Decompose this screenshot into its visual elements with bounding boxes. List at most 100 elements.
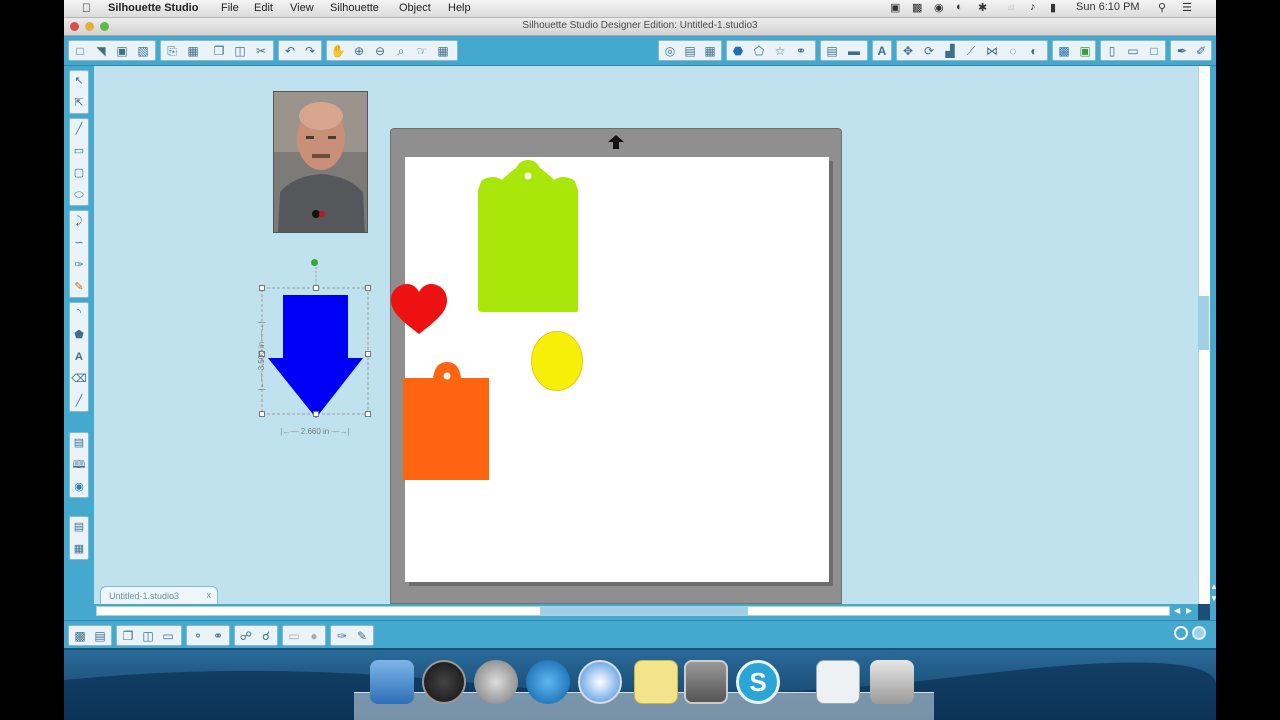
paste-icon[interactable]: ◫ — [232, 43, 248, 59]
zoom-slider-icon[interactable] — [1174, 626, 1188, 640]
finder-icon[interactable] — [370, 660, 414, 704]
rectangle-icon[interactable]: ▭ — [71, 143, 87, 159]
move-icon[interactable]: ⋈ — [984, 43, 1000, 59]
duplicate-icon[interactable]: ❐ — [120, 628, 136, 644]
zoom-out-icon[interactable]: ⊖ — [372, 43, 388, 59]
documents-stack-icon[interactable] — [816, 660, 860, 704]
page-setup-icon[interactable]: ▤ — [824, 43, 840, 59]
knife-icon[interactable]: ╱ — [71, 393, 87, 409]
line-color-icon[interactable]: ▤ — [682, 43, 698, 59]
menu-file[interactable]: File — [221, 2, 239, 14]
curve-icon[interactable]: ∽ — [71, 235, 87, 251]
fill-panel-icon[interactable]: ⬣ — [730, 43, 746, 59]
resize-handle-top-left[interactable] — [259, 285, 265, 291]
cut-icon[interactable]: ✂ — [253, 43, 269, 59]
group-icon[interactable]: ⚬ — [190, 628, 206, 644]
scroll-left-icon[interactable]: ◀ — [1174, 606, 1180, 615]
document-tab-close-icon[interactable]: x — [207, 590, 212, 600]
select-all-icon[interactable]: ▩ — [72, 628, 88, 644]
rounded-rect-icon[interactable]: ▢ — [71, 165, 87, 181]
horizontal-scrollbar[interactable] — [96, 606, 1170, 616]
trace-icon[interactable]: ▣ — [1077, 43, 1093, 59]
cut-settings-icon[interactable]: ▯ — [1104, 43, 1120, 59]
resize-handle-top-right[interactable] — [365, 285, 371, 291]
polygon-icon[interactable]: ⤸ — [71, 213, 87, 229]
dashboard-icon[interactable] — [422, 660, 466, 704]
system-preferences-icon[interactable] — [684, 660, 728, 704]
apple-icon[interactable]:  — [82, 1, 91, 15]
shear-icon[interactable]: ⟋ — [963, 43, 979, 59]
ungroup-icon[interactable]: ⚭ — [210, 628, 226, 644]
line-icon[interactable]: ╱ — [71, 121, 87, 137]
settings-dial-icon[interactable] — [1192, 626, 1206, 640]
scroll-up-icon[interactable]: ▲ — [1210, 582, 1216, 591]
yellow-oval-shape[interactable] — [530, 330, 584, 392]
menu-object[interactable]: Object — [399, 2, 431, 14]
launchpad-icon[interactable] — [474, 660, 518, 704]
menu-view[interactable]: View — [290, 2, 314, 14]
deselect-icon[interactable]: ▤ — [92, 628, 108, 644]
pen-edit-icon[interactable]: ✑ — [334, 628, 350, 644]
resize-handle-bottom-left[interactable] — [259, 411, 265, 417]
redo-icon[interactable]: ↷ — [302, 43, 318, 59]
notifications-icon[interactable]: ☰ — [1182, 1, 1192, 14]
scroll-down-icon[interactable]: ▼ — [1210, 594, 1216, 603]
store-panel-icon[interactable]: □ — [1146, 43, 1162, 59]
volume-icon[interactable]: ♪ — [1030, 1, 1036, 13]
zoom-select-icon[interactable]: ⌕ — [393, 43, 409, 59]
point-edit-icon[interactable]: ⇱ — [71, 95, 87, 111]
spotlight-icon[interactable]: ⚲ — [1158, 1, 1166, 14]
registration-icon[interactable]: ▬ — [846, 43, 862, 59]
text-icon[interactable]: A — [71, 349, 87, 365]
resize-handle-bottom[interactable] — [313, 411, 319, 417]
pentagon-icon[interactable]: ⬟ — [71, 327, 87, 343]
select-icon[interactable]: ↖ — [71, 73, 87, 89]
menu-edit[interactable]: Edit — [254, 2, 273, 14]
rotate-handle[interactable] — [311, 259, 318, 266]
menu-silhouette[interactable]: Silhouette — [330, 2, 379, 14]
offset-icon[interactable]: ▩ — [1056, 43, 1072, 59]
battery-icon[interactable]: ▮ — [1050, 1, 1056, 14]
print-cut-icon[interactable]: ▦ — [185, 43, 201, 59]
weld-icon[interactable]: ▭ — [286, 628, 302, 644]
release-compound-icon[interactable]: ☌ — [258, 628, 274, 644]
rotate-icon[interactable]: ⟳ — [921, 43, 937, 59]
record-status-icon[interactable]: ◉ — [934, 1, 944, 14]
copy-icon[interactable]: ❐ — [211, 43, 227, 59]
safari-icon[interactable] — [578, 660, 622, 704]
replicate-icon[interactable]: ◌ — [1005, 43, 1021, 59]
freehand-icon[interactable]: ✑ — [71, 257, 87, 273]
line-style-icon[interactable]: ▦ — [702, 43, 718, 59]
delete-icon[interactable]: ▭ — [160, 628, 176, 644]
menu-app-name[interactable]: Silhouette Studio — [108, 2, 198, 14]
gradient-icon[interactable]: ⬠ — [751, 43, 767, 59]
scroll-right-icon[interactable]: ▶ — [1186, 606, 1192, 615]
eyedropper-icon[interactable]: ✎ — [354, 628, 370, 644]
fit-page-icon[interactable]: ▦ — [435, 43, 451, 59]
align-icon[interactable]: ✥ — [900, 43, 916, 59]
red-heart-shape[interactable] — [389, 284, 449, 336]
camera-status-icon[interactable]: ▣ — [890, 1, 900, 14]
fill-color-icon[interactable]: ◎ — [662, 43, 678, 59]
time-machine-icon[interactable]: ◐ — [956, 1, 963, 13]
send-to-cutter-icon[interactable]: ✐ — [1193, 43, 1209, 59]
arc-icon[interactable]: ◝ — [71, 305, 87, 321]
text-style-icon[interactable]: A — [874, 43, 890, 59]
horizontal-scroll-thumb[interactable] — [540, 607, 748, 615]
trash-icon[interactable] — [870, 660, 914, 704]
make-compound-icon[interactable]: ☍ — [238, 628, 254, 644]
bluetooth-icon[interactable]: ✱ — [978, 1, 987, 14]
pan-icon[interactable]: ✋ — [330, 43, 346, 59]
zoom-drag-icon[interactable]: ☞ — [414, 43, 430, 59]
undo-icon[interactable]: ↶ — [282, 43, 298, 59]
new-doc-icon[interactable]: □ — [72, 43, 88, 59]
layers-icon[interactable]: ▦ — [71, 541, 87, 557]
open-icon[interactable]: ◥ — [93, 43, 109, 59]
ellipse-icon[interactable]: ⬭ — [71, 187, 87, 203]
library-panel-icon[interactable]: ▭ — [1125, 43, 1141, 59]
store-icon[interactable]: 🕮 — [71, 457, 87, 473]
resize-handle-right[interactable] — [365, 351, 371, 357]
print-icon[interactable]: ⎘ — [164, 43, 180, 59]
save-icon[interactable]: ▣ — [114, 43, 130, 59]
quicktime-icon[interactable] — [526, 660, 570, 704]
